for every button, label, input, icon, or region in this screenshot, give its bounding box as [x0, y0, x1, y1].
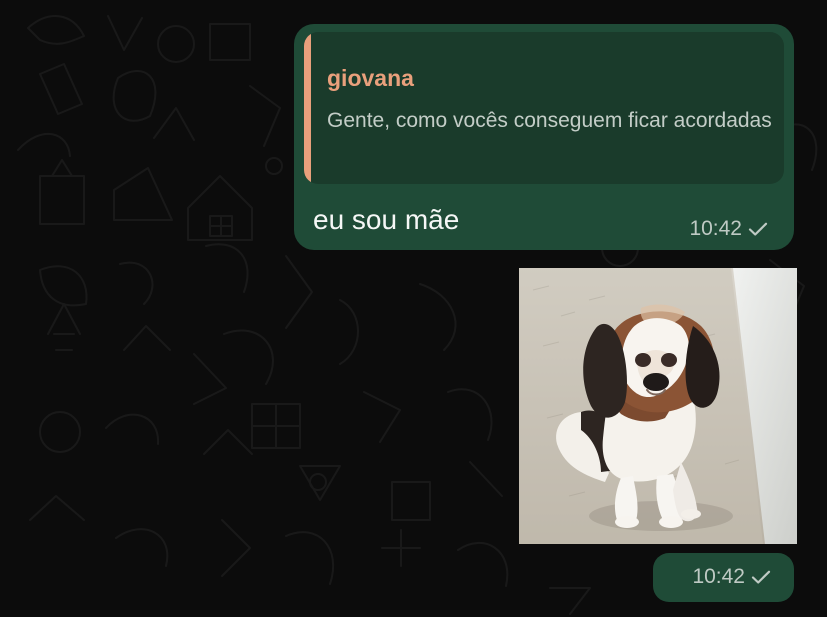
outgoing-message-bubble[interactable]: giovana Gente, como vocês conseguem fica…	[294, 24, 794, 250]
puppy-photo	[519, 268, 797, 544]
single-check-icon	[748, 222, 768, 236]
chat-window: giovana Gente, como vocês conseguem fica…	[0, 0, 827, 617]
photo-message-meta: 10:42	[653, 553, 794, 602]
quoted-text: Gente, como vocês conseguem ficar acorda…	[327, 109, 772, 132]
message-time: 10:42	[689, 217, 742, 240]
photo-message[interactable]	[519, 268, 797, 544]
message-meta: 10:42	[689, 217, 770, 241]
message-text: eu sou mãe	[313, 204, 460, 235]
quoted-author: giovana	[327, 65, 414, 91]
single-check-icon	[751, 570, 771, 584]
photo-message-time: 10:42	[692, 565, 745, 588]
quoted-message[interactable]: giovana Gente, como vocês conseguem fica…	[304, 32, 784, 184]
photo-message-meta-row: 10:42	[692, 565, 773, 589]
quote-accent-bar	[304, 32, 311, 184]
